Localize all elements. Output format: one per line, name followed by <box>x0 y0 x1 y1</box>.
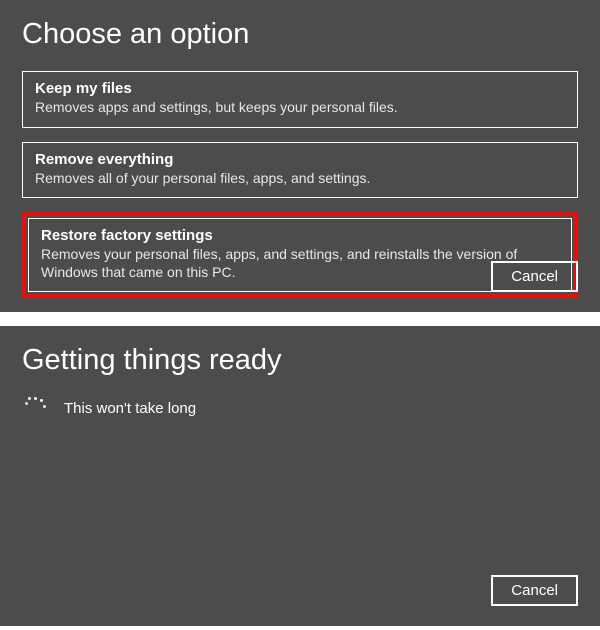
option-keep-my-files[interactable]: Keep my files Removes apps and settings,… <box>22 71 578 128</box>
ready-row: This won't take long <box>22 397 578 419</box>
cancel-button[interactable]: Cancel <box>491 575 578 606</box>
option-title: Remove everything <box>35 151 565 168</box>
choose-option-title: Choose an option <box>22 18 578 51</box>
cancel-button[interactable]: Cancel <box>491 261 578 292</box>
spinner-icon <box>26 397 48 419</box>
getting-ready-panel: Getting things ready This won't take lon… <box>0 326 600 626</box>
option-desc: Removes apps and settings, but keeps you… <box>35 99 565 117</box>
option-remove-everything[interactable]: Remove everything Removes all of your pe… <box>22 142 578 199</box>
option-title: Keep my files <box>35 80 565 97</box>
option-title: Restore factory settings <box>41 227 559 244</box>
option-desc: Removes your personal files, apps, and s… <box>41 246 559 281</box>
ready-message: This won't take long <box>64 400 196 417</box>
choose-option-panel: Choose an option Keep my files Removes a… <box>0 0 600 312</box>
option-desc: Removes all of your personal files, apps… <box>35 170 565 188</box>
getting-ready-title: Getting things ready <box>22 344 578 377</box>
panel-gap <box>0 312 600 326</box>
